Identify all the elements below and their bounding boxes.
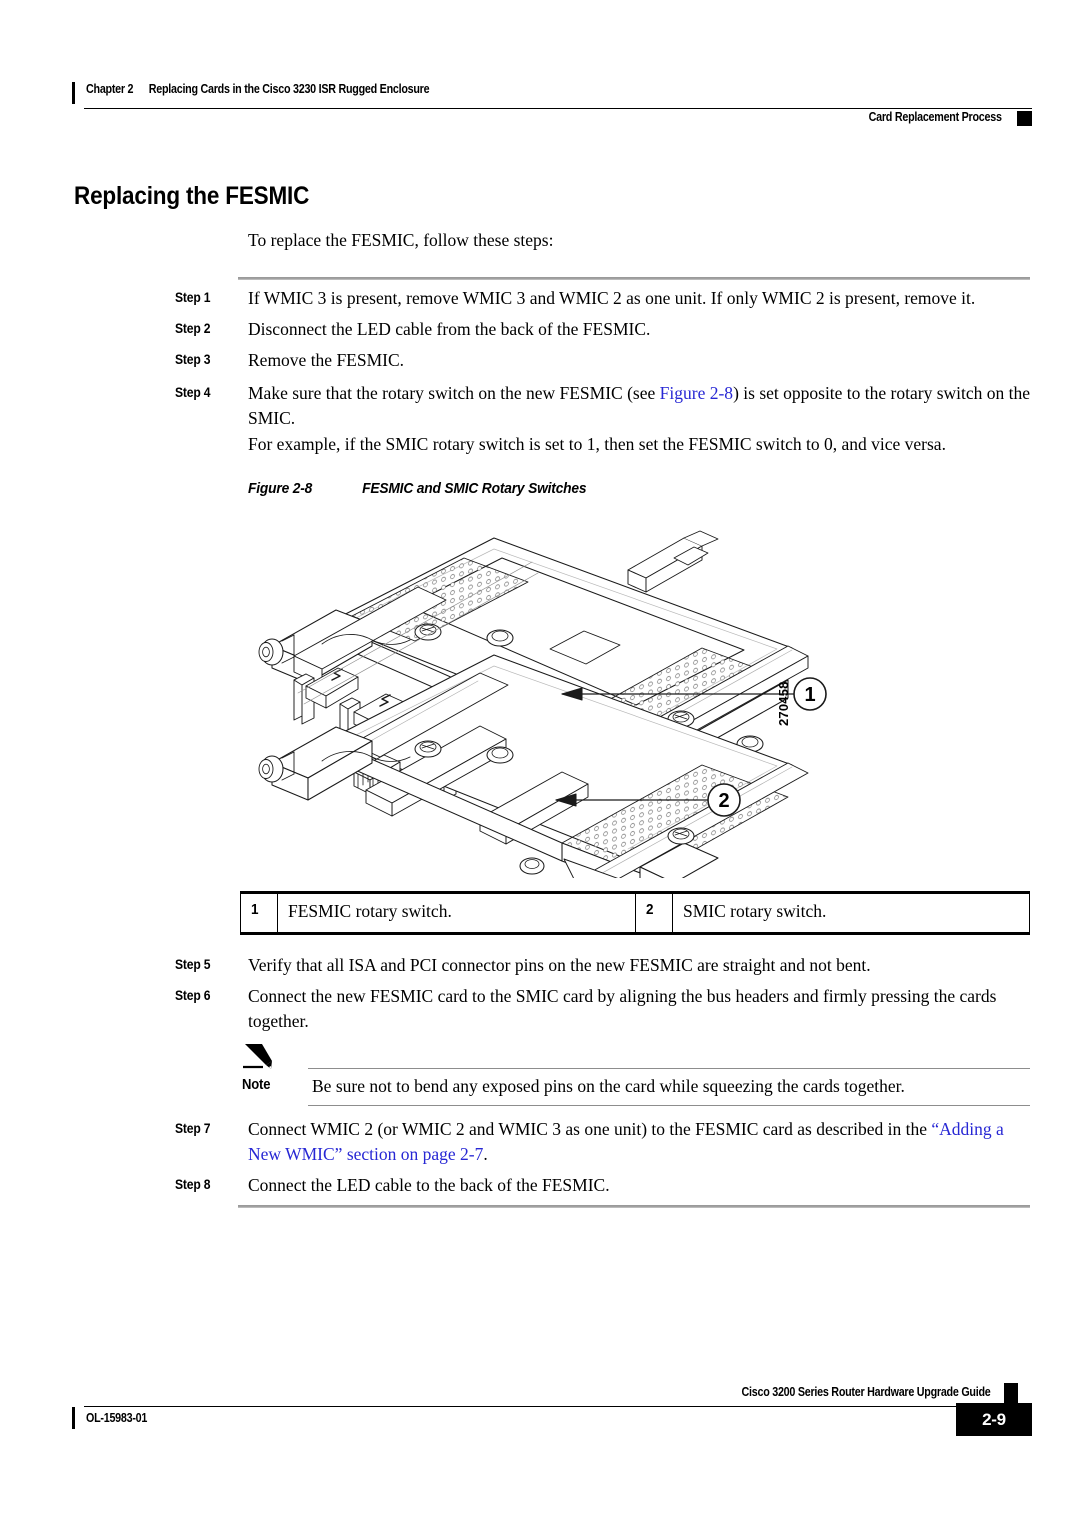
footer-page-number: 2-9	[982, 1410, 1006, 1429]
step-label: Step 2	[175, 321, 211, 336]
legend-number: 2	[646, 900, 654, 918]
note-label: Note	[242, 1077, 271, 1093]
step-text: Connect the LED cable to the back of the…	[248, 1175, 610, 1195]
legend-text: SMIC rotary switch.	[683, 900, 827, 921]
figure-caption: Figure 2-8 FESMIC and SMIC Rotary Switche…	[248, 480, 587, 497]
legend-vline	[635, 893, 637, 932]
step-text: Disconnect the LED cable from the back o…	[248, 319, 651, 339]
steps-top-rule	[238, 277, 1030, 280]
footer-left-marker	[72, 1407, 75, 1429]
header-chapter-number: Chapter 2	[86, 82, 134, 96]
intro-paragraph: To replace the FESMIC, follow these step…	[248, 230, 554, 250]
header-chapter: Chapter 2 Replacing Cards in the Cisco 32…	[86, 82, 430, 96]
table-row: 1 FESMIC rotary switch. 2 SMIC rotary sw…	[240, 893, 1031, 932]
step-text: Make sure that the rotary switch on the …	[248, 381, 1038, 431]
legend-vline	[240, 893, 242, 932]
step-label: Step 7	[175, 1121, 211, 1136]
footer-guide-title: Cisco 3200 Series Router Hardware Upgrad…	[741, 1385, 990, 1399]
step-4-example-text: For example, if the SMIC rotary switch i…	[248, 434, 946, 454]
footer-square-marker	[1004, 1383, 1018, 1403]
note-rule-bottom	[308, 1105, 1030, 1107]
page-footer: Cisco 3200 Series Router Hardware Upgrad…	[72, 1383, 1032, 1445]
step-text-before-link: Connect WMIC 2 (or WMIC 2 and WMIC 3 as …	[248, 1119, 932, 1139]
note-pencil-icon	[242, 1042, 276, 1072]
figure-illustration: 1 2	[232, 528, 832, 878]
header-rule	[84, 108, 1032, 110]
callout-bubble-2: 2	[707, 783, 741, 817]
note-text: Be sure not to bend any exposed pins on …	[312, 1076, 905, 1096]
step-label: Step 1	[175, 290, 211, 305]
document-page: Chapter 2 Replacing Cards in the Cisco 32…	[0, 0, 1080, 1528]
step-text-after-link: .	[483, 1144, 488, 1164]
callout-bubble-1: 1	[793, 677, 827, 711]
pencil-icon-svg	[243, 1044, 272, 1069]
legend-text: FESMIC rotary switch.	[288, 900, 452, 921]
header-square-marker	[1017, 111, 1032, 126]
legend-vline	[277, 893, 279, 932]
fesmic-smic-line-art: 1 2	[258, 530, 827, 878]
figure-crossref-link[interactable]: Figure 2-8	[660, 383, 733, 403]
figure-caption-number: Figure 2-8	[248, 480, 313, 497]
page-title: Replacing the FESMIC	[74, 182, 310, 210]
step-text: Remove the FESMIC.	[248, 350, 405, 370]
step-text: Connect WMIC 2 (or WMIC 2 and WMIC 3 as …	[248, 1117, 1038, 1167]
step-label: Step 8	[175, 1177, 211, 1192]
callout-2-number: 2	[718, 790, 729, 812]
note-rule-top	[308, 1068, 1030, 1070]
top-card-detail	[627, 530, 719, 593]
header-section-title: Card Replacement Process	[868, 110, 1002, 124]
step-text: If WMIC 3 is present, remove WMIC 3 and …	[248, 288, 976, 308]
legend-number: 1	[251, 900, 259, 918]
legend-bottom-rule	[240, 932, 1030, 935]
legend-vline	[672, 893, 674, 932]
figure-caption-title: FESMIC and SMIC Rotary Switches	[362, 480, 587, 497]
page-header: Chapter 2 Replacing Cards in the Cisco 32…	[72, 78, 1032, 130]
step-text: Verify that all ISA and PCI connector pi…	[248, 955, 871, 975]
footer-doc-id: OL-15983-01	[86, 1411, 148, 1425]
header-chapter-title: Replacing Cards in the Cisco 3230 ISR Ru…	[148, 82, 430, 96]
step-label: Step 6	[175, 988, 211, 1003]
steps-bottom-rule	[238, 1205, 1030, 1208]
step-text: Connect the new FESMIC card to the SMIC …	[248, 986, 997, 1031]
step-label: Step 4	[175, 385, 211, 400]
artwork-id: 270458	[776, 681, 791, 726]
header-left-marker	[72, 82, 75, 104]
callout-1-number: 1	[804, 684, 815, 706]
footer-rule	[84, 1406, 990, 1408]
step-label: Step 3	[175, 352, 211, 367]
note-block: Note Be sure not to bend any exposed pin…	[240, 1042, 1030, 1107]
step-label: Step 5	[175, 957, 211, 972]
step-text-before-link: Make sure that the rotary switch on the …	[248, 383, 660, 403]
legend-vline	[1029, 893, 1031, 932]
